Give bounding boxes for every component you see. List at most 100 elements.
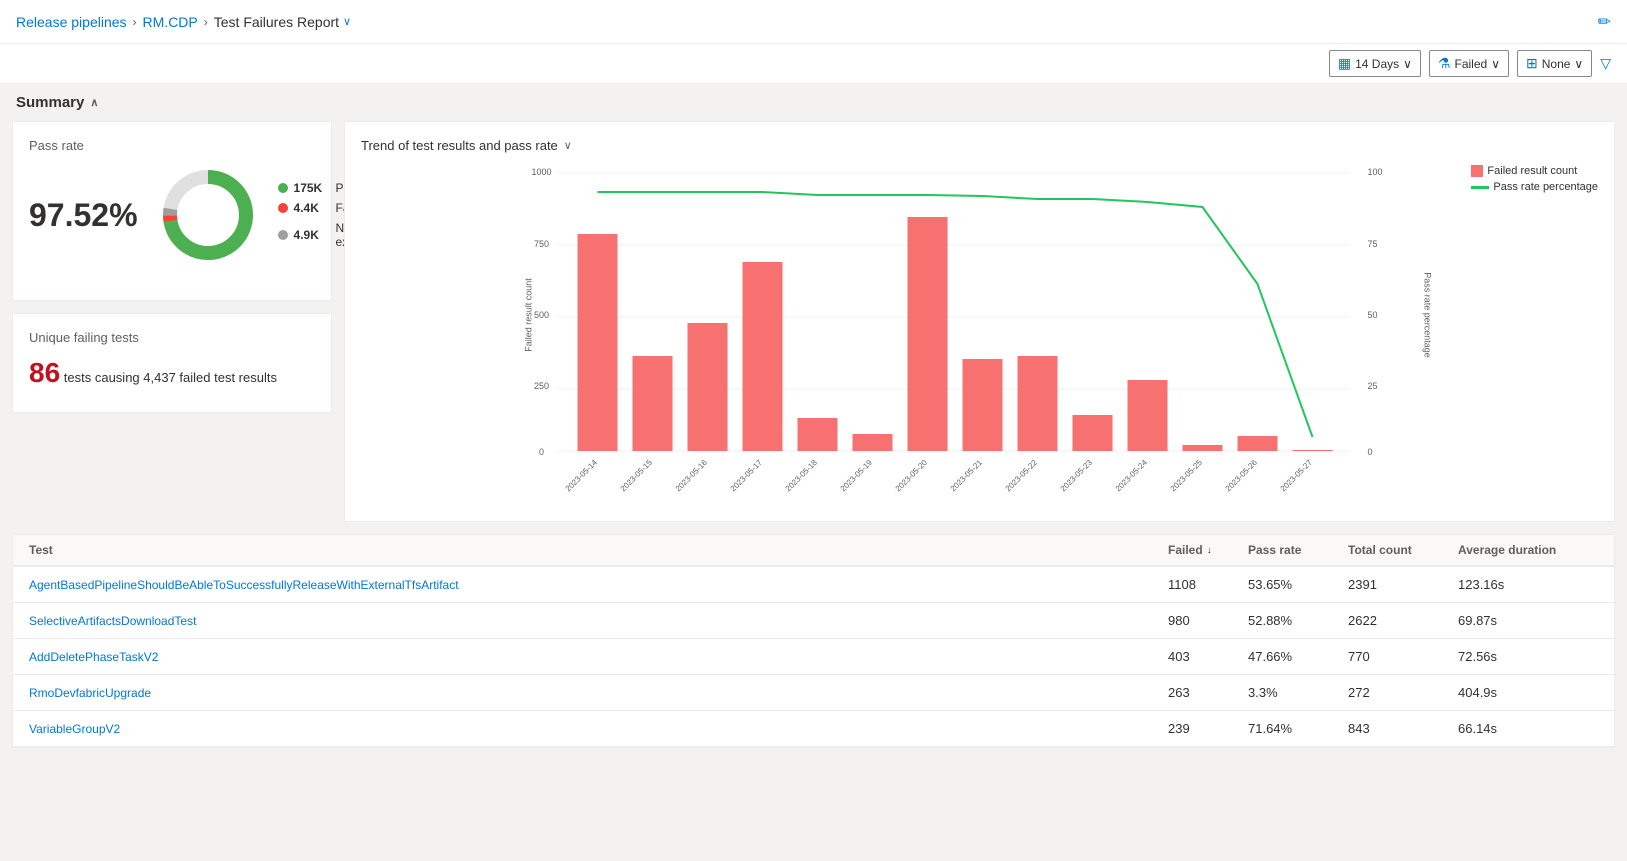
legend-pass-rate: Pass rate percentage	[1471, 181, 1598, 193]
svg-text:Failed result count: Failed result count	[524, 278, 534, 352]
unique-title: Unique failing tests	[29, 330, 315, 345]
failed-result-label: Failed result count	[1487, 165, 1577, 177]
cell-failed-3: 263	[1168, 685, 1248, 700]
col-pass-rate-label: Pass rate	[1248, 543, 1301, 557]
cell-failed-2: 403	[1168, 649, 1248, 664]
table-row: RmoDevfabricUpgrade 263 3.3% 272 404.9s	[13, 675, 1614, 711]
cell-duration-3: 404.9s	[1458, 685, 1598, 700]
cell-total-3: 272	[1348, 685, 1458, 700]
pass-rate-panel: Pass rate 97.52%	[12, 121, 332, 301]
table-row: AddDeletePhaseTaskV2 403 47.66% 770 72.5…	[13, 639, 1614, 675]
passed-count: 175K	[294, 181, 330, 195]
col-failed-label: Failed	[1168, 543, 1203, 557]
summary-header[interactable]: Summary ∧	[0, 84, 1627, 121]
chart-title-text: Trend of test results and pass rate	[361, 138, 558, 153]
svg-text:2023-05-17: 2023-05-17	[729, 458, 765, 494]
bar-5	[853, 434, 893, 451]
svg-text:2023-05-18: 2023-05-18	[784, 458, 820, 494]
donut-chart	[158, 165, 258, 265]
bar-4	[798, 418, 838, 451]
failed-filter-btn[interactable]: ⚗ Failed ∨	[1429, 50, 1509, 77]
breadcrumb-release-pipelines[interactable]: Release pipelines	[16, 14, 127, 30]
col-total-label: Total count	[1348, 543, 1412, 557]
table-header-row: Test Failed ↓ Pass rate Total count Aver…	[13, 535, 1614, 567]
cell-failed-1: 980	[1168, 613, 1248, 628]
svg-text:2023-05-22: 2023-05-22	[1004, 458, 1040, 494]
svg-text:50: 50	[1368, 310, 1378, 320]
breadcrumb-sep2: ›	[204, 15, 208, 29]
svg-text:1000: 1000	[531, 167, 551, 177]
none-filter-btn[interactable]: ⊞ None ∨	[1517, 50, 1592, 77]
svg-text:2023-05-25: 2023-05-25	[1169, 458, 1205, 494]
days-filter-btn[interactable]: ▦ 14 Days ∨	[1329, 50, 1421, 77]
svg-text:2023-05-20: 2023-05-20	[894, 458, 930, 494]
chart-svg: 1000 750 500 250 0 100 75 50 25	[361, 165, 1598, 465]
pass-rate-value: 97.52%	[29, 197, 138, 234]
test-name-4[interactable]: VariableGroupV2	[29, 722, 120, 736]
col-test: Test	[29, 543, 1168, 557]
cell-duration-1: 69.87s	[1458, 613, 1598, 628]
not-executed-count: 4.9K	[294, 228, 330, 242]
sort-icon: ↓	[1207, 545, 1212, 556]
unique-count: 86	[29, 357, 60, 388]
pass-rate-color	[1471, 186, 1489, 189]
svg-text:750: 750	[534, 239, 549, 249]
bar-9	[1073, 415, 1113, 451]
toolbar: ▦ 14 Days ∨ ⚗ Failed ∨ ⊞ None ∨ ▽	[0, 44, 1627, 84]
failed-dot	[278, 203, 288, 213]
grid-icon: ⊞	[1526, 55, 1538, 72]
breadcrumb: Release pipelines › RM.CDP › Test Failur…	[16, 14, 351, 30]
bar-13	[1293, 450, 1333, 451]
bar-0	[578, 234, 618, 451]
col-avg-duration-label: Average duration	[1458, 543, 1556, 557]
filter-icon[interactable]: ▽	[1600, 55, 1611, 72]
bar-3	[743, 262, 783, 451]
breadcrumb-current[interactable]: Test Failures Report ∨	[214, 14, 351, 30]
failed-count: 4.4K	[294, 201, 330, 215]
passed-dot	[278, 183, 288, 193]
svg-text:75: 75	[1368, 239, 1378, 249]
left-panels: Pass rate 97.52%	[12, 121, 332, 522]
unique-failing-panel: Unique failing tests 86 tests causing 4,…	[12, 313, 332, 413]
col-total: Total count	[1348, 543, 1458, 557]
donut-svg	[158, 165, 258, 265]
test-name-2[interactable]: AddDeletePhaseTaskV2	[29, 650, 158, 664]
bar-8	[1018, 356, 1058, 451]
breadcrumb-rm-cdp[interactable]: RM.CDP	[143, 14, 198, 30]
breadcrumb-dropdown-icon: ∨	[343, 15, 351, 28]
chart-panel: Trend of test results and pass rate ∨ Fa…	[344, 121, 1615, 522]
chart-area: Failed result count Pass rate percentage…	[361, 165, 1598, 505]
chart-title[interactable]: Trend of test results and pass rate ∨	[361, 138, 1598, 153]
test-name-1[interactable]: SelectiveArtifactsDownloadTest	[29, 614, 196, 628]
bar-10	[1128, 380, 1168, 451]
svg-text:2023-05-21: 2023-05-21	[949, 458, 985, 494]
test-name-0[interactable]: AgentBasedPipelineShouldBeAbleToSuccessf…	[29, 578, 459, 592]
summary-title: Summary	[16, 94, 84, 111]
col-pass-rate: Pass rate	[1248, 543, 1348, 557]
summary-panels: Pass rate 97.52%	[0, 121, 1627, 534]
table-row: SelectiveArtifactsDownloadTest 980 52.88…	[13, 603, 1614, 639]
not-executed-dot	[278, 230, 288, 240]
none-chevron-icon: ∨	[1574, 57, 1583, 71]
svg-text:2023-05-14: 2023-05-14	[564, 458, 600, 494]
failed-chevron-icon: ∨	[1491, 57, 1500, 71]
cell-total-4: 843	[1348, 721, 1458, 736]
summary-chevron-icon: ∧	[90, 96, 98, 109]
bar-6	[908, 217, 948, 451]
edit-icon[interactable]: ✏	[1598, 12, 1611, 32]
col-failed[interactable]: Failed ↓	[1168, 543, 1248, 557]
x-axis-labels: 2023-05-14 2023-05-15 2023-05-16 2023-05…	[564, 458, 1315, 494]
bar-11	[1183, 445, 1223, 451]
cell-failed-4: 239	[1168, 721, 1248, 736]
cell-failed-0: 1108	[1168, 577, 1248, 592]
svg-text:Pass rate percentage: Pass rate percentage	[1423, 272, 1433, 358]
svg-text:2023-05-19: 2023-05-19	[839, 458, 875, 494]
cell-total-1: 2622	[1348, 613, 1458, 628]
cell-total-0: 2391	[1348, 577, 1458, 592]
svg-text:2023-05-16: 2023-05-16	[674, 458, 710, 494]
test-name-3[interactable]: RmoDevfabricUpgrade	[29, 686, 151, 700]
cell-duration-0: 123.16s	[1458, 577, 1598, 592]
breadcrumb-sep1: ›	[133, 15, 137, 29]
cell-pass-rate-3: 3.3%	[1248, 685, 1348, 700]
days-filter-label: 14 Days	[1355, 57, 1399, 71]
